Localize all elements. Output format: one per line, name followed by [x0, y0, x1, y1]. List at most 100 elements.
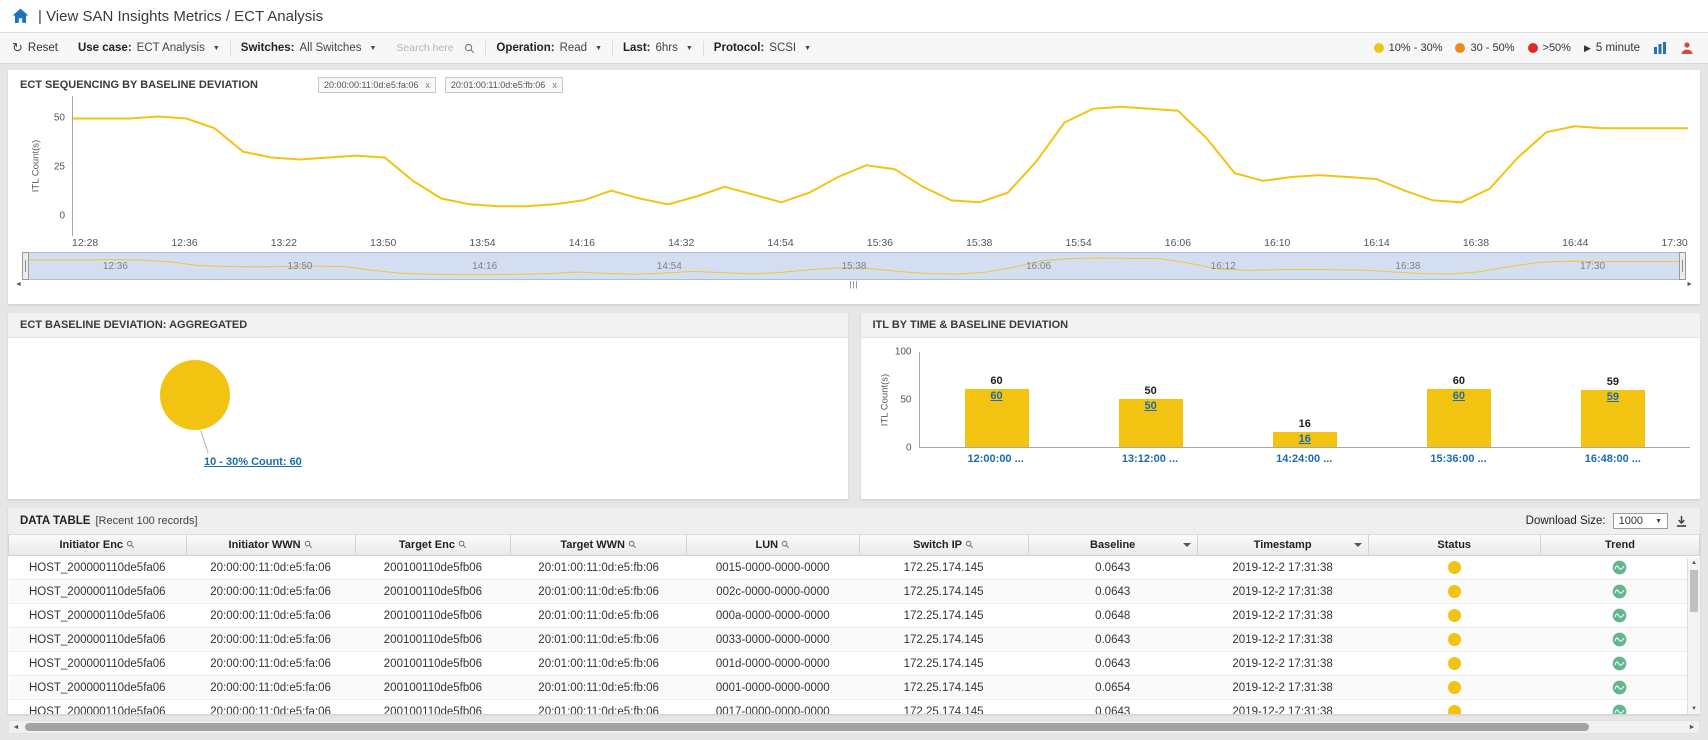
download-size-value: 1000 [1619, 515, 1643, 527]
cell-trend [1540, 556, 1699, 580]
cell-switch_ip: 172.25.174.145 [859, 676, 1028, 700]
bar[interactable]: 16 [1273, 432, 1337, 447]
search-icon [304, 540, 313, 549]
column-header-baseline[interactable]: Baseline [1028, 535, 1197, 556]
chart-icon[interactable] [1653, 41, 1667, 55]
horizontal-scrollbar[interactable]: ◄ ► [8, 720, 1700, 734]
trend-icon[interactable] [1612, 632, 1627, 647]
y-axis-tick: 0 [906, 443, 912, 454]
column-header-trend[interactable]: Trend [1540, 535, 1699, 556]
bar-count-link[interactable]: 60 [965, 390, 1029, 402]
bar-category-link[interactable]: 12:00:00 ... [919, 453, 1073, 465]
scroll-right-icon[interactable]: ► [1686, 281, 1693, 288]
column-header-status[interactable]: Status [1368, 535, 1540, 556]
brush-handle-left[interactable] [22, 252, 29, 280]
cell-target_wwn: 20:01:00:11:0d:e5:fb:06 [511, 700, 687, 715]
home-icon[interactable] [12, 8, 29, 24]
column-header-switch-ip[interactable]: Switch IP [859, 535, 1028, 556]
horizontal-scroll-thumb[interactable] [25, 723, 1589, 731]
operation-dropdown[interactable]: Operation: Read ▼ [486, 42, 612, 54]
cell-initiator_enc: HOST_200000110de5fa06 [9, 700, 187, 715]
bar[interactable]: 50 [1119, 399, 1183, 447]
bar-category-link[interactable]: 13:12:00 ... [1073, 453, 1227, 465]
bar[interactable]: 60 [1427, 389, 1491, 447]
bar-count-link[interactable]: 16 [1273, 433, 1337, 445]
column-header-initiator-wwn[interactable]: Initiator WWN [186, 535, 355, 556]
download-size-select[interactable]: 1000 ▼ [1613, 513, 1668, 529]
protocol-dropdown[interactable]: Protocol: SCSI ▼ [704, 42, 821, 54]
x-axis-tick: 13:54 [469, 237, 495, 249]
switches-dropdown[interactable]: Switches: All Switches ▼ [231, 42, 387, 54]
vertical-scroll-thumb[interactable] [1690, 570, 1698, 612]
download-icon[interactable] [1675, 515, 1688, 528]
cell-trend [1540, 604, 1699, 628]
scroll-grip-icon[interactable]: ||| [849, 280, 858, 289]
trend-icon[interactable] [1612, 656, 1627, 671]
scroll-left-icon[interactable]: ◄ [9, 721, 23, 733]
trend-icon[interactable] [1612, 680, 1627, 695]
scroll-down-icon[interactable]: ▼ [1688, 706, 1700, 712]
wwn-filter-chip[interactable]: 20:01:00:11:0d:e5:fb:06x [445, 77, 563, 93]
reset-button[interactable]: ↻ Reset [10, 40, 68, 56]
bar-plot: 60605050161660605959 12:00:00 ...13:12:0… [919, 352, 1691, 497]
status-indicator [1448, 705, 1461, 714]
bar[interactable]: 60 [965, 389, 1029, 447]
table-row[interactable]: HOST_200000110de5fa0620:00:00:11:0d:e5:f… [9, 556, 1700, 580]
wwn-filter-chip[interactable]: 20:00:00:11:0d:e5:fa:06x [318, 77, 436, 93]
column-header-target-enc[interactable]: Target Enc [355, 535, 511, 556]
ect-baseline-deviation-panel: ECT BASELINE DEVIATION: AGGREGATED 10 - … [8, 313, 848, 499]
table-row[interactable]: HOST_200000110de5fa0620:00:00:11:0d:e5:f… [9, 580, 1700, 604]
last-dropdown[interactable]: Last: 6hrs ▼ [613, 42, 703, 54]
trend-icon[interactable] [1612, 704, 1627, 714]
table-row[interactable]: HOST_200000110de5fa0620:00:00:11:0d:e5:f… [9, 628, 1700, 652]
bubble-count-link[interactable]: 10 - 30% Count: 60 [204, 456, 302, 468]
bar-category-link[interactable]: 16:48:00 ... [1536, 453, 1690, 465]
bar[interactable]: 59 [1581, 390, 1645, 447]
bar-column: 1616 [1228, 418, 1382, 447]
chip-close-icon[interactable]: x [425, 80, 430, 90]
time-brush[interactable]: 12:3613:5014:1614:5415:3816:0616:1216:38… [22, 252, 1686, 280]
column-header-target-wwn[interactable]: Target WWN [511, 535, 687, 556]
table-row[interactable]: HOST_200000110de5fa0620:00:00:11:0d:e5:f… [9, 700, 1700, 715]
trend-icon[interactable] [1612, 584, 1627, 599]
play-icon: ▶ [1584, 43, 1591, 54]
bar-count-link[interactable]: 50 [1119, 400, 1183, 412]
brush-handle-right[interactable] [1679, 252, 1686, 280]
scroll-left-icon[interactable]: ◄ [15, 281, 22, 288]
column-header-timestamp[interactable]: Timestamp [1197, 535, 1368, 556]
table-row[interactable]: HOST_200000110de5fa0620:00:00:11:0d:e5:f… [9, 652, 1700, 676]
table-row[interactable]: HOST_200000110de5fa0620:00:00:11:0d:e5:f… [9, 604, 1700, 628]
trend-icon[interactable] [1612, 560, 1627, 575]
bubble-chart: 10 - 30% Count: 60 [8, 338, 848, 499]
y-axis-label: ITL Count(s) [31, 140, 42, 192]
sequencing-header: ECT SEQUENCING BY BASELINE DEVIATION 20:… [8, 70, 1700, 96]
bar-category-link[interactable]: 14:24:00 ... [1227, 453, 1381, 465]
bar-category-link[interactable]: 15:36:00 ... [1381, 453, 1535, 465]
cell-trend [1540, 652, 1699, 676]
search-input[interactable] [396, 42, 460, 54]
use-case-dropdown[interactable]: Use case: ECT Analysis ▼ [68, 42, 230, 54]
filter-caret-icon[interactable] [1354, 543, 1362, 547]
brush-scrollbar[interactable]: ◄ ||| ► [22, 280, 1686, 293]
chip-close-icon[interactable]: x [552, 80, 557, 90]
refresh-interval[interactable]: ▶ 5 minute [1584, 42, 1640, 54]
column-header-initiator-enc[interactable]: Initiator Enc [9, 535, 187, 556]
scroll-up-icon[interactable]: ▲ [1688, 560, 1700, 566]
deviation-bubble[interactable] [160, 360, 230, 430]
cell-initiator_enc: HOST_200000110de5fa06 [9, 628, 187, 652]
switches-value: All Switches [299, 42, 361, 54]
cell-target_wwn: 20:01:00:11:0d:e5:fb:06 [511, 580, 687, 604]
column-header-label: Target WWN [560, 539, 625, 551]
user-icon[interactable] [1680, 41, 1694, 55]
cell-baseline: 0.0643 [1028, 628, 1197, 652]
bar-count-link[interactable]: 60 [1427, 390, 1491, 402]
table-vertical-scrollbar[interactable]: ▲ ▼ [1687, 558, 1700, 714]
bar-count-link[interactable]: 59 [1581, 391, 1645, 403]
scroll-right-icon[interactable]: ► [1685, 721, 1699, 733]
table-row[interactable]: HOST_200000110de5fa0620:00:00:11:0d:e5:f… [9, 676, 1700, 700]
filter-caret-icon[interactable] [1183, 543, 1191, 547]
trend-icon[interactable] [1612, 608, 1627, 623]
search-icon[interactable] [464, 43, 475, 54]
column-header-lun[interactable]: LUN [687, 535, 859, 556]
line-chart[interactable] [72, 96, 1688, 236]
